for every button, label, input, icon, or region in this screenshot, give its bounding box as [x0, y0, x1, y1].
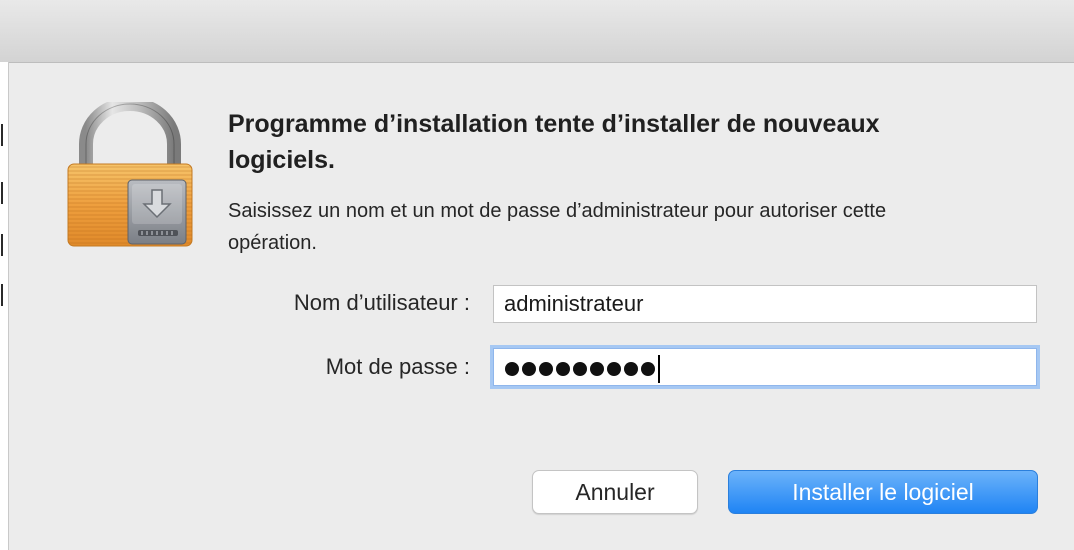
password-label: Mot de passe : — [325, 354, 470, 379]
install-software-button[interactable]: Installer le logiciel — [728, 470, 1038, 514]
edge-mark — [1, 124, 3, 146]
lock-installer-icon — [67, 102, 193, 247]
password-dot — [505, 362, 519, 376]
window-titlebar[interactable] — [0, 0, 1074, 63]
installer-auth-dialog: Programme d’installation tente d’install… — [0, 0, 1074, 550]
password-dot — [539, 362, 553, 376]
password-dot — [573, 362, 587, 376]
password-dots — [505, 354, 660, 384]
password-dot — [556, 362, 570, 376]
edge-mark — [1, 182, 3, 204]
edge-mark — [1, 284, 3, 306]
text-caret — [658, 355, 660, 383]
password-dot — [641, 362, 655, 376]
password-dot — [522, 362, 536, 376]
edge-mark — [1, 234, 3, 256]
username-label: Nom d’utilisateur : — [293, 290, 470, 315]
password-dot — [607, 362, 621, 376]
dialog-message: Saisissez un nom et un mot de passe d’ad… — [228, 200, 887, 254]
background-window-edge — [0, 62, 9, 550]
password-dot — [590, 362, 604, 376]
password-dot — [624, 362, 638, 376]
dialog-title: Programme d’installation tente d’install… — [228, 110, 880, 174]
cancel-button[interactable]: Annuler — [532, 470, 698, 514]
username-field[interactable] — [493, 285, 1037, 323]
